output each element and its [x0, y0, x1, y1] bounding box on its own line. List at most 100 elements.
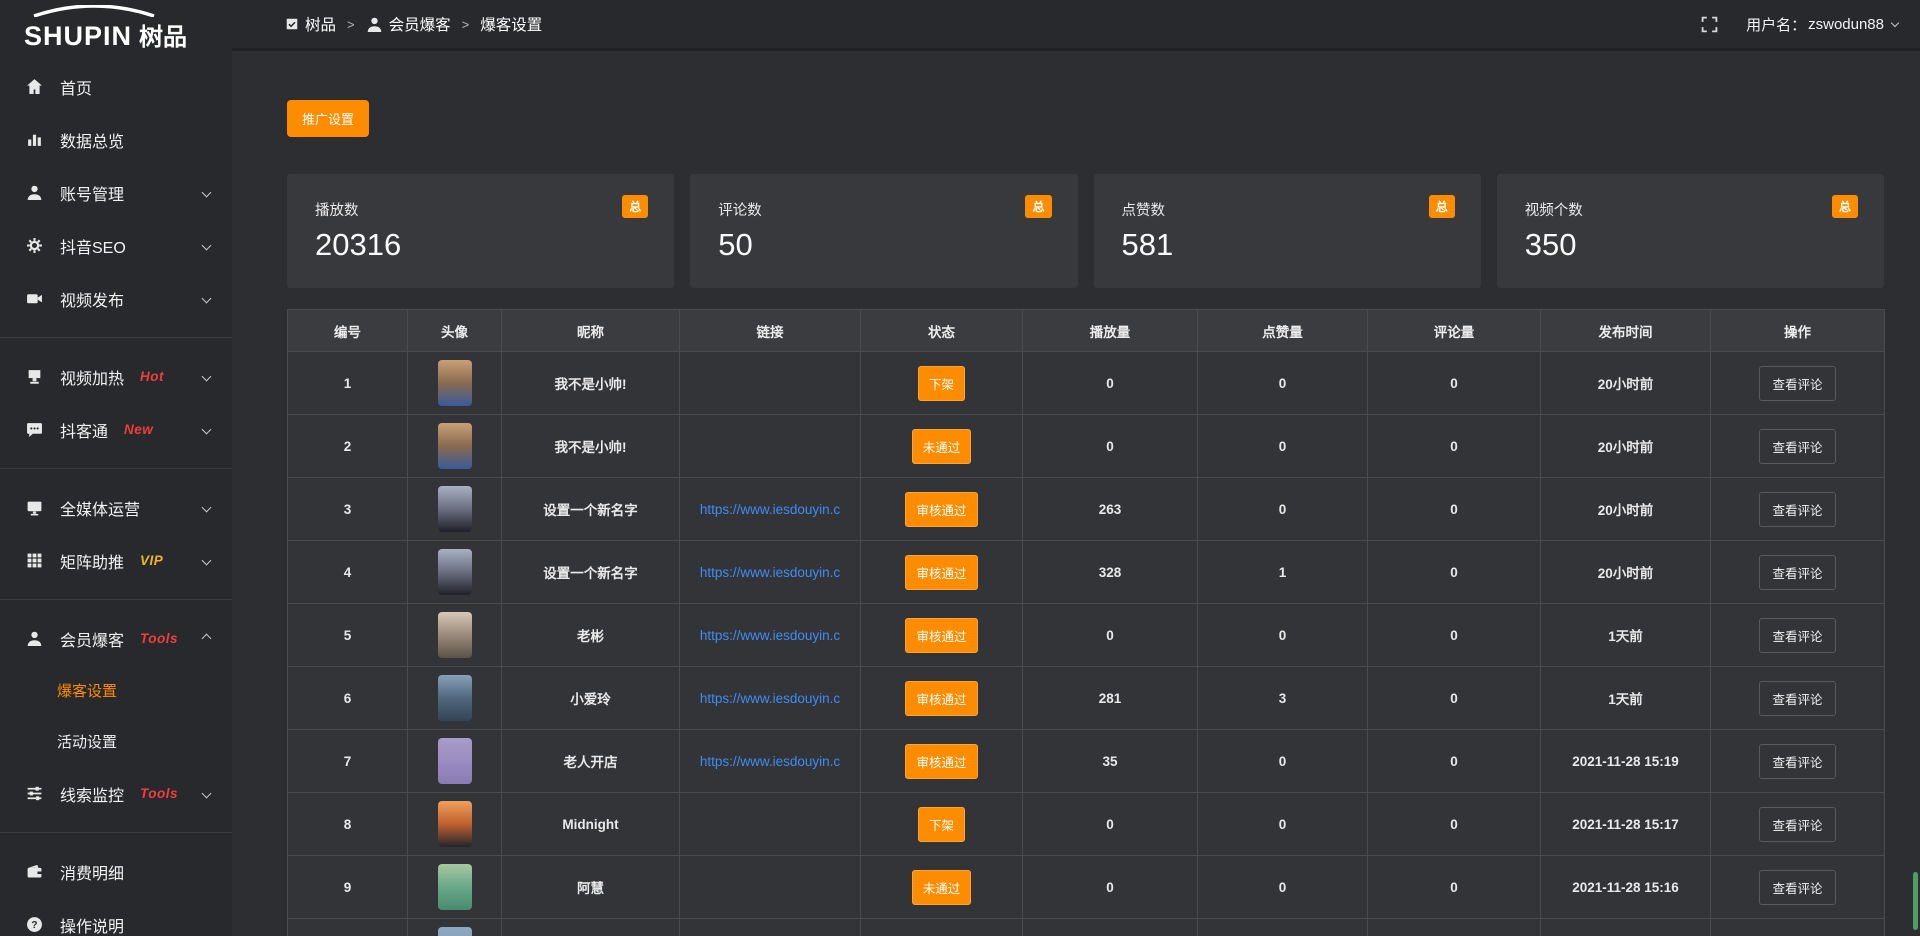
sidebar-item-6[interactable]: 视频加热 Hot [0, 350, 232, 403]
cell-plays: 35 [1023, 730, 1198, 793]
cell-nickname: 我不是小帅! [502, 352, 680, 415]
sidebar-item-4[interactable]: 抖音SEO [0, 219, 232, 272]
main-content: 推广设置 播放数 20316 总 评论数 50 总 点赞数 581 总 视频个数… [232, 48, 1920, 936]
avatar[interactable] [438, 360, 472, 406]
sidebar-item-13[interactable]: ? 操作说明 [0, 898, 232, 936]
sidebar-item-2[interactable]: 数据总览 [0, 113, 232, 166]
cell-action: 查看评论 [1711, 478, 1885, 541]
column-header: 发布时间 [1541, 310, 1711, 352]
breadcrumb-item[interactable]: 会员爆客 [366, 13, 451, 35]
cell-status: 下架 [861, 793, 1023, 856]
stat-card-label: 评论数 [718, 199, 1049, 220]
breadcrumb-item[interactable]: 树品 [285, 13, 336, 35]
view-comments-button[interactable]: 查看评论 [1759, 744, 1835, 779]
cell-nickname: Midnight [502, 793, 680, 856]
cell-plays [1023, 919, 1198, 936]
cell-avatar [408, 793, 502, 856]
view-comments-button[interactable]: 查看评论 [1759, 555, 1835, 590]
sidebar-item-12[interactable]: 消费明细 [0, 845, 232, 898]
status-button[interactable]: 未通过 [912, 870, 972, 905]
avatar[interactable] [438, 549, 472, 595]
avatar[interactable] [438, 423, 472, 469]
brand-logo[interactable]: SHUPIN 树品 [0, 0, 232, 52]
status-button[interactable]: 下架 [918, 366, 965, 401]
sidebar-item-1[interactable]: 首页 [0, 60, 232, 113]
stat-card-total-badge: 总 [622, 195, 648, 218]
brand-name-en: SHUPIN [24, 23, 132, 50]
promo-settings-button[interactable]: 推广设置 [287, 100, 369, 137]
video-link[interactable]: https://www.iesdouyin.c [680, 502, 860, 517]
cell-link: https://www.iesdouyin.c [680, 541, 861, 604]
cell-comments: 0 [1368, 667, 1541, 730]
view-comments-button[interactable]: 查看评论 [1759, 366, 1835, 401]
sidebar-item-3[interactable]: 账号管理 [0, 166, 232, 219]
avatar[interactable] [438, 612, 472, 658]
avatar[interactable] [438, 738, 472, 784]
sidebar-item-label: 会员爆客 [60, 627, 124, 651]
status-button[interactable]: 审核通过 [905, 555, 977, 590]
cell-likes: 1 [1198, 541, 1368, 604]
avatar[interactable] [438, 801, 472, 847]
video-link[interactable]: https://www.iesdouyin.c [680, 754, 860, 769]
sidebar-item-8[interactable]: 全媒体运营 [0, 481, 232, 534]
cell-status: 审核通过 [861, 667, 1023, 730]
stat-card-label: 视频个数 [1525, 199, 1856, 220]
stat-card-value: 20316 [315, 227, 646, 263]
table-body: 1 我不是小帅! 下架 0 0 0 20小时前 查看评论 2 我不是小帅! 未通… [288, 352, 1885, 936]
avatar[interactable] [438, 927, 472, 936]
divider [0, 468, 232, 469]
user-menu[interactable]: 用户名：zswodun88 [1746, 14, 1898, 35]
sidebar-item-7[interactable]: 抖客通 New [0, 403, 232, 456]
sidebar-submenu-item[interactable]: 爆客设置 [0, 665, 232, 716]
fullscreen-icon[interactable] [1701, 16, 1718, 33]
breadcrumb-label: 树品 [305, 13, 336, 35]
status-button[interactable]: 审核通过 [905, 744, 977, 779]
sidebar-item-label: 消费明细 [60, 860, 124, 884]
view-comments-button[interactable]: 查看评论 [1759, 870, 1835, 905]
heat-icon [26, 368, 45, 385]
cell-likes: 0 [1198, 856, 1368, 919]
video-link[interactable]: https://www.iesdouyin.c [680, 691, 860, 706]
cell-nickname: 老人开店 [502, 730, 680, 793]
sidebar-item-9[interactable]: 矩阵助推 VIP [0, 534, 232, 587]
cell-time: 20小时前 [1541, 352, 1711, 415]
breadcrumb-label: 会员爆客 [389, 13, 451, 35]
view-comments-button[interactable]: 查看评论 [1759, 807, 1835, 842]
avatar[interactable] [438, 675, 472, 721]
cell-plays: 0 [1023, 352, 1198, 415]
video-link[interactable]: https://www.iesdouyin.c [680, 565, 860, 580]
cell-time: 2021-11-28 15:16 [1541, 856, 1711, 919]
status-button[interactable]: 审核通过 [905, 681, 977, 716]
status-button[interactable]: 未通过 [912, 429, 972, 464]
breadcrumb-item[interactable]: 爆客设置 [480, 13, 542, 35]
sidebar-item-10[interactable]: 会员爆客 Tools [0, 612, 232, 665]
help-icon: ? [26, 916, 45, 933]
view-comments-button[interactable]: 查看评论 [1759, 681, 1835, 716]
status-button[interactable]: 下架 [918, 807, 965, 842]
sidebar-submenu-item[interactable]: 活动设置 [0, 716, 232, 767]
cell-status [861, 919, 1023, 936]
sidebar-item-11[interactable]: 线索监控 Tools [0, 767, 232, 820]
video-link[interactable]: https://www.iesdouyin.c [680, 628, 860, 643]
cell-avatar [408, 730, 502, 793]
view-comments-button[interactable]: 查看评论 [1759, 492, 1835, 527]
avatar[interactable] [438, 486, 472, 532]
cell-link [680, 856, 861, 919]
user-icon [366, 16, 383, 33]
sidebar-item-label: 账号管理 [60, 181, 124, 205]
cell-status: 审核通过 [861, 541, 1023, 604]
sidebar-item-5[interactable]: 视频发布 [0, 272, 232, 325]
view-comments-button[interactable]: 查看评论 [1759, 618, 1835, 653]
cell-status: 未通过 [861, 856, 1023, 919]
chevron-up-icon [202, 634, 212, 644]
status-button[interactable]: 审核通过 [905, 618, 977, 653]
status-button[interactable]: 审核通过 [905, 492, 977, 527]
cell-avatar [408, 667, 502, 730]
avatar[interactable] [438, 864, 472, 910]
view-comments-button[interactable]: 查看评论 [1759, 429, 1835, 464]
cell-status: 下架 [861, 352, 1023, 415]
boke-table: 编号头像昵称链接状态播放量点赞量评论量发布时间操作 1 我不是小帅! 下架 0 … [287, 309, 1885, 936]
scrollbar-thumb[interactable] [1913, 872, 1918, 930]
cell-link: https://www.iesdouyin.c [680, 667, 861, 730]
table-row: 8 Midnight 下架 0 0 0 2021-11-28 15:17 查看评… [288, 793, 1885, 856]
